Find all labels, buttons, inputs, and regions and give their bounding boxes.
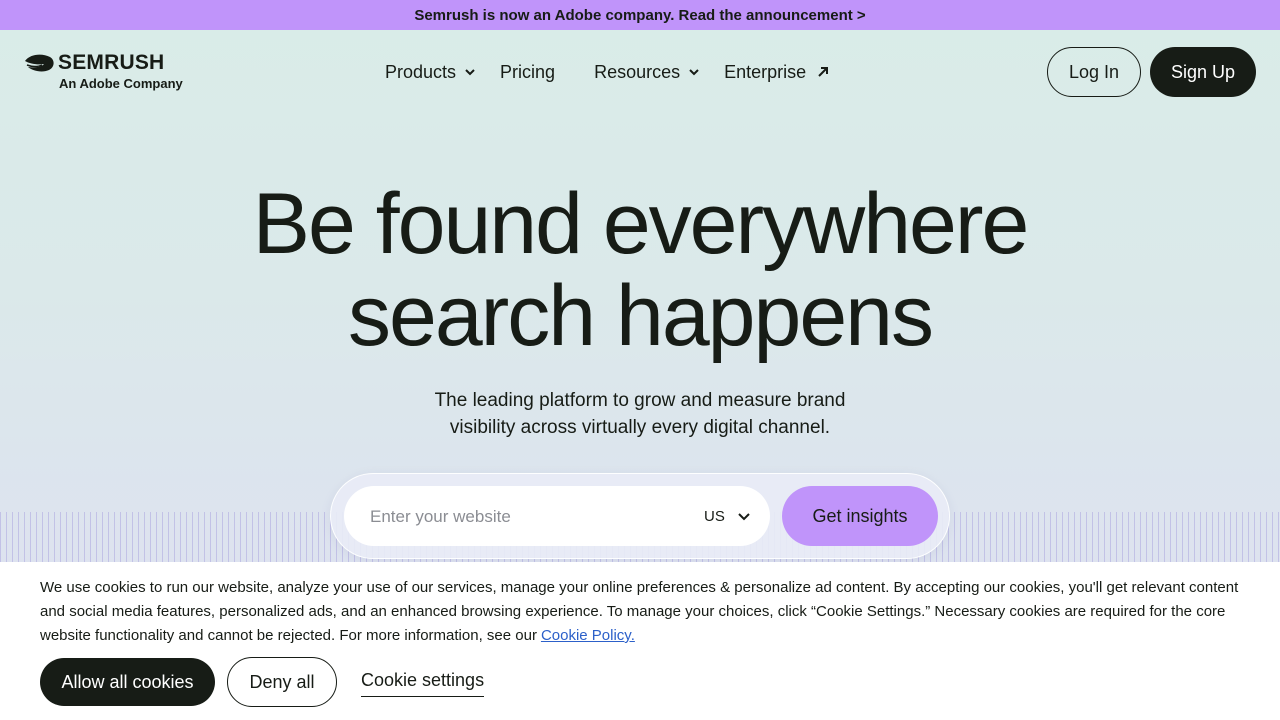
cookie-banner: We use cookies to run our website, analy… — [0, 562, 1280, 720]
main-nav: Products Pricing Resources Enterprise — [385, 30, 830, 114]
signup-button[interactable]: Sign Up — [1150, 47, 1256, 97]
country-select[interactable]: US — [704, 504, 751, 528]
logo-wordmark: SEMRUSH — [58, 51, 165, 74]
nav-item-pricing[interactable]: Pricing — [500, 62, 555, 83]
hero-title-line: Be found everywhere — [252, 176, 1030, 272]
hero-subtitle-line: The leading platform to grow and measure… — [434, 390, 846, 411]
cookie-settings-button[interactable]: Cookie settings — [361, 670, 485, 697]
announcement-text: Semrush is now an Adobe company. Read th… — [414, 6, 866, 24]
chevron-down-icon — [465, 69, 475, 76]
nav-item-label: Pricing — [500, 61, 556, 82]
nav-item-label: Products — [385, 61, 457, 82]
deny-all-cookies-button[interactable]: Deny all — [227, 657, 337, 707]
semrush-logo[interactable]: SEMRUSH An Adobe Company — [24, 52, 184, 92]
cookie-message: We use cookies to run our website, analy… — [40, 576, 1240, 648]
hero-title: Be found everywhere search happens — [0, 178, 1280, 362]
login-button[interactable]: Log In — [1047, 47, 1141, 97]
site-header: SEMRUSH An Adobe Company Products Pricin… — [0, 30, 1280, 114]
website-input[interactable] — [368, 486, 692, 548]
cookie-policy-link[interactable]: Cookie Policy. — [541, 627, 635, 644]
external-arrow-icon — [818, 67, 829, 77]
allow-all-cookies-button[interactable]: Allow all cookies — [40, 658, 215, 706]
announcement-banner[interactable]: Semrush is now an Adobe company. Read th… — [0, 0, 1280, 30]
country-select-value: US — [704, 507, 725, 525]
nav-item-enterprise[interactable]: Enterprise — [724, 62, 830, 83]
nav-item-label: Enterprise — [724, 61, 807, 82]
chevron-down-icon — [738, 513, 750, 521]
nav-item-resources[interactable]: Resources — [594, 62, 700, 83]
hero-title-line: search happens — [348, 268, 934, 364]
get-insights-button[interactable]: Get insights — [782, 486, 938, 546]
website-search-form: US Get insights — [330, 473, 950, 559]
nav-item-label: Resources — [594, 61, 681, 82]
hero-subtitle-line: visibility across virtually every digita… — [449, 417, 831, 438]
nav-item-products[interactable]: Products — [385, 62, 476, 83]
logo-subtext: An Adobe Company — [59, 76, 183, 91]
hero-subtitle: The leading platform to grow and measure… — [0, 387, 1280, 441]
chevron-down-icon — [689, 69, 699, 76]
search-field-wrapper: US — [344, 486, 770, 548]
cookie-message-text: We use cookies to run our website, analy… — [40, 579, 1239, 644]
semrush-logo-icon — [25, 54, 54, 72]
